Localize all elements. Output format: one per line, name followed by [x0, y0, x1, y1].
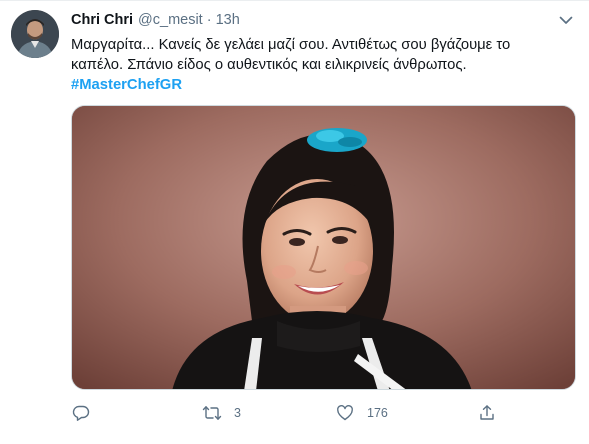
tweet[interactable]: Chri Chri @c_mesit · 13h Μαργαρίτα... Κα… — [0, 0, 589, 444]
tweet-text-line: Μαργαρίτα... Κανείς δε γελάει μαζί σου. … — [71, 37, 511, 53]
tweet-header: Chri Chri @c_mesit · 13h — [71, 10, 240, 30]
tweet-actions: 3 176 — [71, 399, 511, 427]
chevron-down-icon[interactable] — [556, 12, 576, 28]
share-button[interactable] — [477, 399, 497, 427]
reply-icon — [71, 403, 91, 423]
like-button[interactable]: 176 — [335, 399, 388, 427]
retweet-button[interactable]: 3 — [202, 399, 241, 427]
tweet-text-line: καπέλο. Σπάνιο είδος ο αυθεντικός και ει… — [71, 57, 467, 73]
retweet-count: 3 — [234, 406, 241, 420]
separator-dot: · — [206, 12, 212, 28]
retweet-icon — [202, 403, 222, 423]
like-count: 176 — [367, 406, 388, 420]
user-handle[interactable]: @c_mesit — [138, 12, 203, 28]
timestamp[interactable]: 13h — [216, 12, 240, 28]
tweet-media-photo[interactable] — [71, 105, 576, 390]
hashtag-link[interactable]: #MasterChefGR — [71, 75, 576, 95]
tweet-text: Μαργαρίτα... Κανείς δε γελάει μαζί σου. … — [71, 35, 576, 95]
reply-button[interactable] — [71, 399, 91, 427]
avatar[interactable] — [11, 10, 59, 58]
share-icon — [477, 403, 497, 423]
display-name[interactable]: Chri Chri — [71, 12, 133, 28]
heart-icon — [335, 403, 355, 423]
